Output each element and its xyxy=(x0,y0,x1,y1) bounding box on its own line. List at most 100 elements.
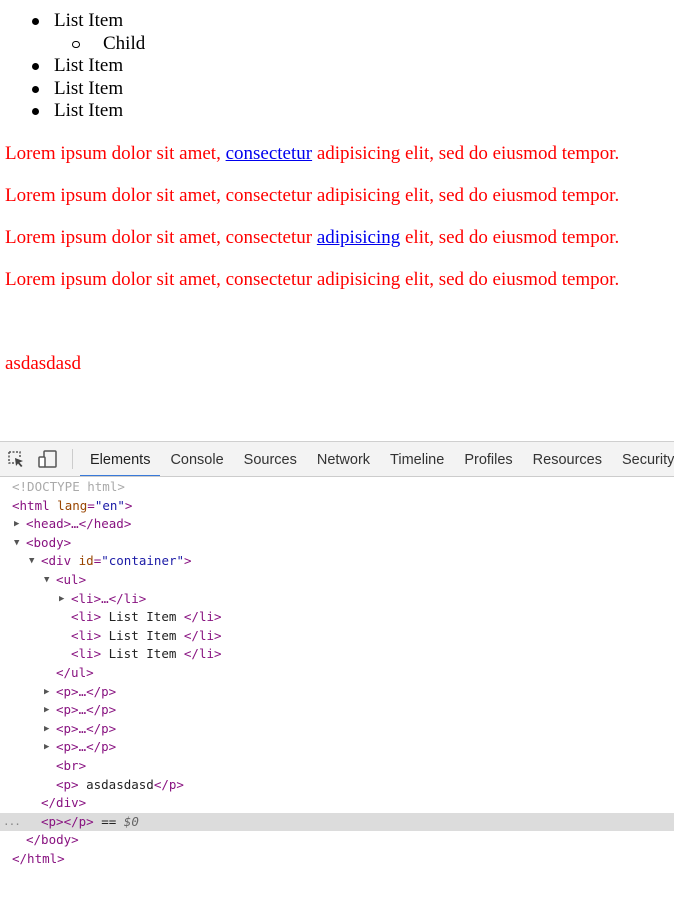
dom-node-ul[interactable]: ▼ <ul> xyxy=(0,571,674,590)
expand-arrow-icon[interactable]: ▶ xyxy=(44,720,49,739)
dom-node-p[interactable]: ▶ <p>…</p> xyxy=(0,701,674,720)
dom-node-div[interactable]: ▼ <div id="container"> xyxy=(0,552,674,571)
tag-text: <html xyxy=(12,497,50,513)
tag-text: </ul> xyxy=(56,664,94,680)
paragraph-3: Lorem ipsum dolor sit amet, consectetur … xyxy=(5,227,619,249)
paragraph-asdasdasd: asdasdasd xyxy=(5,353,81,374)
paragraph-text: adipisicing elit, sed do eiusmod tempor. xyxy=(312,143,620,164)
bullet-icon xyxy=(32,18,39,25)
rendered-page: List Item Child List Item List Item List… xyxy=(0,0,674,441)
devtools-panel: Elements Console Sources Network Timelin… xyxy=(0,441,674,901)
hollow-bullet-icon xyxy=(72,40,80,48)
tag-text: <ul> xyxy=(56,571,87,587)
dom-node-selected[interactable]: ... <p></p> == $0 xyxy=(0,812,674,832)
paragraph-text: Lorem ipsum dolor sit amet, xyxy=(5,143,226,164)
paragraph-2: Lorem ipsum dolor sit amet, consectetur … xyxy=(5,185,619,207)
dom-node-html-close[interactable]: </html> xyxy=(0,850,674,869)
collapse-arrow-icon[interactable]: ▼ xyxy=(14,534,19,553)
list-item-label: List Item xyxy=(54,55,124,76)
dollar-zero: $0 xyxy=(123,813,139,829)
dom-node-li[interactable]: ▶ <li>…</li> xyxy=(0,590,674,609)
inspect-element-icon[interactable] xyxy=(5,448,27,470)
doctype-text: <!DOCTYPE html> xyxy=(12,479,125,494)
tag-text: > xyxy=(124,497,133,513)
dom-node-p[interactable]: ▶ <p>…</p> xyxy=(0,683,674,702)
devtools-toolbar: Elements Console Sources Network Timelin… xyxy=(0,442,674,477)
dom-node-body-close[interactable]: </body> xyxy=(0,831,674,850)
dom-node-p[interactable]: ▶ <p>…</p> xyxy=(0,720,674,739)
node-text: List Item xyxy=(101,609,184,625)
device-mode-icon[interactable] xyxy=(37,448,59,470)
list-item-child-label: Child xyxy=(103,32,146,54)
paragraph-4: Lorem ipsum dolor sit amet, consectetur … xyxy=(5,269,619,291)
toolbar-divider xyxy=(72,449,73,469)
expand-arrow-icon[interactable]: ▶ xyxy=(44,738,49,757)
expand-arrow-icon[interactable]: ▶ xyxy=(14,515,19,534)
tag-text: </body> xyxy=(26,832,79,848)
node-text: List Item xyxy=(101,646,184,662)
p-empty-tag: <p></p> == $0 xyxy=(41,813,139,832)
tag-text: </div> xyxy=(41,795,87,811)
dom-node-li[interactable]: <li> List Item </li> xyxy=(0,608,674,627)
tag-text: </li> xyxy=(183,609,222,625)
dom-node-doctype[interactable]: <!DOCTYPE html> xyxy=(0,478,674,497)
list-item-label: List Item xyxy=(54,10,124,31)
paragraph-1: Lorem ipsum dolor sit amet, consectetur … xyxy=(5,143,619,165)
tag-text: <li> xyxy=(71,627,102,643)
dom-node-li[interactable]: <li> List Item </li> xyxy=(0,645,674,664)
paragraph-text: Lorem ipsum dolor sit amet, consectetur … xyxy=(5,269,620,290)
tag-text: <p>…</p> xyxy=(56,739,117,755)
dom-node-p-text[interactable]: <p> asdasdasd</p> xyxy=(0,776,674,795)
expand-arrow-icon[interactable]: ▶ xyxy=(44,701,49,720)
tag-text: > xyxy=(184,553,192,569)
tag-text: </p> xyxy=(153,776,184,792)
expand-arrow-icon[interactable]: ▶ xyxy=(59,590,64,609)
dom-node-p[interactable]: ▶ <p>…</p> xyxy=(0,738,674,757)
tag-text: <body> xyxy=(26,534,72,550)
dom-node-ul-close[interactable]: </ul> xyxy=(0,664,674,683)
dom-node-div-close[interactable]: </div> xyxy=(0,794,674,813)
paragraph-text: elit, sed do eiusmod tempor. xyxy=(400,227,620,248)
dom-node-li[interactable]: <li> List Item </li> xyxy=(0,627,674,646)
li-tag: <li> List Item </li> xyxy=(71,627,222,646)
tag-text: <head>…</head> xyxy=(26,516,132,532)
collapse-arrow-icon[interactable]: ▼ xyxy=(29,552,34,571)
dom-node-body[interactable]: ▼ <body> xyxy=(0,534,674,553)
tag-text: <p>…</p> xyxy=(56,702,117,718)
devtools-tabs: Elements Console Sources Network Timelin… xyxy=(80,442,674,476)
paragraph-text: Lorem ipsum dolor sit amet, consectetur xyxy=(5,227,317,248)
attr-value: "container" xyxy=(101,553,185,569)
tag-text: <li> xyxy=(71,646,102,662)
tab-network[interactable]: Network xyxy=(307,442,380,476)
tab-resources[interactable]: Resources xyxy=(523,442,612,476)
tag-text: <p></p> xyxy=(41,813,94,829)
tab-timeline[interactable]: Timeline xyxy=(380,442,454,476)
tab-elements[interactable]: Elements xyxy=(80,442,161,476)
tag-text: </html> xyxy=(12,850,65,866)
html-tag: <html lang="en"> xyxy=(12,497,133,513)
tag-text: <li> xyxy=(71,609,102,625)
adipisicing-link[interactable]: adipisicing xyxy=(317,227,400,248)
tab-sources[interactable]: Sources xyxy=(234,442,307,476)
li-tag: <li> List Item </li> xyxy=(71,608,222,627)
tab-security[interactable]: Security xyxy=(612,442,674,476)
dom-node-br[interactable]: <br> xyxy=(0,757,674,776)
div-tag: <div id="container"> xyxy=(41,553,192,569)
tag-text: </li> xyxy=(183,646,222,662)
tab-profiles[interactable]: Profiles xyxy=(454,442,522,476)
expand-arrow-icon[interactable]: ▶ xyxy=(44,683,49,702)
node-text: List Item xyxy=(101,627,184,643)
dom-node-html[interactable]: <html lang="en"> xyxy=(0,497,674,516)
p-tag: <p> asdasdasd</p> xyxy=(56,776,184,795)
attr-value: "en" xyxy=(94,497,125,513)
dom-node-head[interactable]: ▶ <head>…</head> xyxy=(0,515,674,534)
li-tag: <li> List Item </li> xyxy=(71,645,222,664)
node-text: asdasdasd xyxy=(78,776,154,792)
tab-console[interactable]: Console xyxy=(160,442,233,476)
attr-name: id xyxy=(78,553,94,569)
dom-tree: <!DOCTYPE html> <html lang="en"> ▶ <head… xyxy=(0,478,674,868)
collapse-arrow-icon[interactable]: ▼ xyxy=(44,571,49,590)
consectetur-link[interactable]: consectetur xyxy=(226,143,313,164)
eq-marker: == xyxy=(93,813,124,829)
more-options-icon[interactable]: ... xyxy=(3,813,21,832)
